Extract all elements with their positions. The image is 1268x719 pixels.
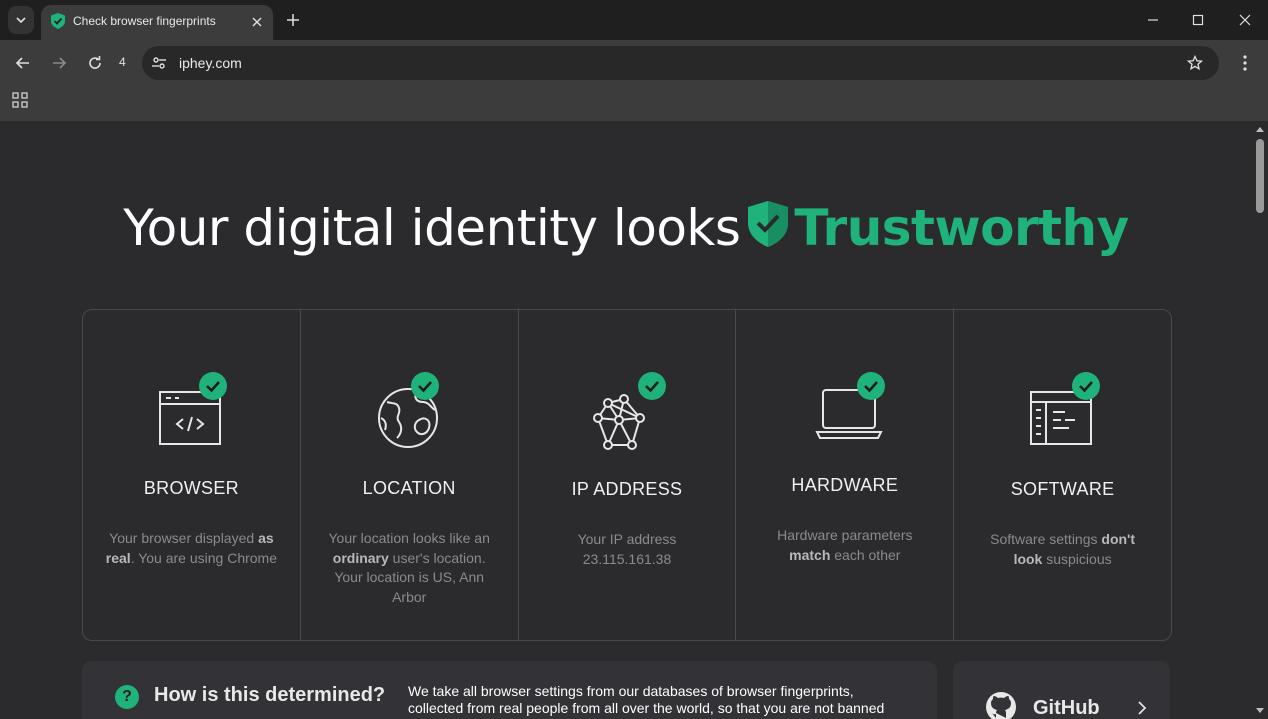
maximize-icon [1192, 14, 1204, 26]
card-hardware: HARDWARE Hardware parameters match each … [736, 310, 955, 640]
url-text[interactable]: iphey.com [179, 55, 242, 71]
card-ip-address: IP ADDRESS Your IP address 23.115.161.38 [519, 310, 737, 640]
github-label: GitHub [1033, 697, 1100, 719]
question-icon: ? [115, 685, 139, 709]
back-button[interactable] [11, 51, 35, 75]
bookmarks-bar [0, 84, 1268, 122]
star-icon [1187, 55, 1203, 71]
page-scrollbar[interactable] [1252, 121, 1268, 719]
github-icon [986, 692, 1016, 719]
chevron-down-icon [16, 17, 26, 24]
forward-button[interactable] [47, 51, 71, 75]
how-determined-panel: ? How is this determined? We take all br… [82, 661, 937, 719]
globe-icon [378, 372, 440, 448]
browser-code-icon [159, 372, 228, 445]
apps-grid-icon[interactable] [12, 92, 29, 109]
close-icon [252, 17, 262, 27]
tab-title: Check browser fingerprints [73, 14, 216, 28]
more-vertical-icon [1243, 55, 1247, 71]
page-viewport: Your digital identity looks Trustworthy B… [0, 121, 1252, 719]
card-description: Your location looks like an ordinary use… [328, 530, 490, 605]
card-description: Software settings don't look suspicious [990, 531, 1136, 567]
address-bar[interactable]: iphey.com [142, 46, 1219, 80]
card-description: Your browser displayed as real. You are … [105, 530, 278, 566]
tab-search-button[interactable] [8, 6, 34, 34]
active-tab[interactable]: Check browser fingerprints [41, 5, 273, 40]
headline-status: Trustworthy [794, 199, 1129, 257]
card-title: HARDWARE [791, 475, 899, 495]
site-info-button[interactable] [149, 53, 169, 73]
browser-menu-button[interactable] [1236, 51, 1254, 75]
card-title: LOCATION [362, 478, 456, 498]
new-tab-button[interactable] [283, 10, 303, 30]
scroll-down-arrow-icon[interactable] [1252, 705, 1268, 717]
card-title: SOFTWARE [1010, 479, 1115, 499]
scroll-up-arrow-icon[interactable] [1252, 123, 1268, 135]
tune-icon [152, 57, 166, 69]
page-headline: Your digital identity looks Trustworthy [0, 199, 1252, 257]
how-text: We take all browser settings from our da… [408, 683, 885, 716]
card-title: BROWSER [143, 478, 239, 498]
close-icon [1239, 14, 1251, 26]
reload-icon [89, 56, 101, 69]
laptop-icon [815, 372, 885, 439]
bookmark-star-button[interactable] [1185, 53, 1205, 73]
browser-toolbar: 4 iphey.com [0, 40, 1268, 84]
scroll-thumb[interactable] [1256, 139, 1264, 213]
tab-close-button[interactable] [248, 13, 266, 31]
card-browser: BROWSER Your browser displayed as real. … [83, 310, 301, 640]
shield-favicon-icon [51, 13, 65, 29]
identity-cards: BROWSER Your browser displayed as real. … [82, 309, 1172, 641]
extension-badge-count: 4 [119, 55, 126, 69]
card-description: Your IP address 23.115.161.38 [577, 531, 677, 567]
maximize-button[interactable] [1186, 8, 1210, 32]
arrow-left-icon [15, 57, 29, 69]
github-link[interactable]: GitHub [953, 661, 1170, 719]
how-title: How is this determined? [154, 684, 386, 706]
shield-check-icon [748, 201, 789, 247]
card-title: IP ADDRESS [571, 479, 683, 499]
arrow-right-icon [53, 57, 67, 69]
software-window-icon [1029, 372, 1100, 445]
network-icon [592, 372, 666, 450]
close-window-button[interactable] [1233, 8, 1257, 32]
chevron-right-icon [1138, 701, 1147, 715]
reload-button[interactable] [83, 51, 107, 75]
minimize-button[interactable] [1141, 8, 1165, 32]
card-software: SOFTWARE Software settings don't look su… [954, 310, 1171, 640]
card-description: Hardware parameters match each other [777, 527, 913, 563]
minimize-icon [1148, 19, 1158, 21]
plus-icon [287, 14, 299, 26]
card-location: LOCATION Your location looks like an ord… [301, 310, 519, 640]
tab-strip: Check browser fingerprints [0, 0, 1268, 40]
headline-prefix: Your digital identity looks [123, 199, 741, 257]
